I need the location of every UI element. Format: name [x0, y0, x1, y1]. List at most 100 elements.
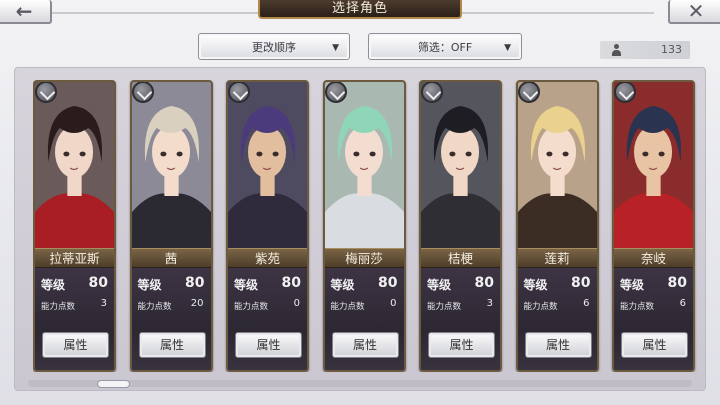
- character-card[interactable]: 紫苑 等级 80 能力点数 0 属性: [226, 80, 309, 372]
- level-label: 等级: [41, 278, 66, 292]
- level-value: 80: [474, 275, 494, 291]
- ability-points-label: 能力点数: [234, 302, 269, 312]
- character-portrait[interactable]: [131, 82, 211, 250]
- level-value: 80: [571, 275, 591, 291]
- attributes-button[interactable]: 属性: [138, 332, 206, 358]
- weapon-class-icon: [35, 82, 57, 103]
- portrait-face: [54, 126, 94, 178]
- portrait-face: [633, 126, 673, 178]
- ability-points-value: 3: [100, 298, 107, 309]
- weapon-class-icon: [324, 82, 347, 103]
- portrait-outfit: [131, 193, 211, 250]
- portrait-eye-right: [562, 151, 569, 157]
- portrait-outfit: [324, 193, 404, 250]
- character-name: 梅丽莎: [324, 248, 404, 268]
- character-card[interactable]: 拉蒂亚斯 等级 80 能力点数 3 属性: [33, 80, 116, 372]
- character-portrait[interactable]: [614, 82, 693, 250]
- portrait-outfit: [517, 193, 597, 250]
- portrait-eye-right: [465, 151, 472, 157]
- character-card-list: 拉蒂亚斯等级 80 能力点数 3 属性 茜等级 80 能力点数 20 属性 紫苑等级 80 能力点数 0 属…: [33, 80, 720, 372]
- character-portrait[interactable]: [228, 82, 307, 250]
- character-card[interactable]: 桔梗 等级 80 能力点数 3 属性: [419, 80, 502, 372]
- character-name: 莲莉: [517, 248, 597, 268]
- level-label: 等级: [427, 278, 452, 292]
- ability-points-value: 20: [190, 298, 204, 309]
- portrait-face: [440, 126, 480, 178]
- character-name: 紫苑: [228, 248, 307, 268]
- sort-dropdown[interactable]: 更改顺序 ▼: [198, 33, 350, 60]
- person-icon: [612, 44, 621, 56]
- sort-dropdown-label: 更改顺序: [252, 40, 296, 54]
- ability-points-label: 能力点数: [523, 302, 558, 312]
- portrait-face: [344, 126, 383, 178]
- character-card[interactable]: 梅丽莎 等级 80 能力点数 0 属性: [322, 80, 406, 372]
- filter-dropdown[interactable]: 筛选：OFF ▼: [368, 33, 522, 60]
- weapon-class-icon: [517, 82, 540, 103]
- portrait-eye-right: [176, 151, 183, 157]
- top-bar: ← 选择角色 ✕: [0, 0, 720, 28]
- character-card[interactable]: 奈岐 等级 80 能力点数 6 属性: [612, 80, 695, 372]
- character-portrait[interactable]: [421, 82, 500, 250]
- character-stats: 等级 80 能力点数 3 属性: [421, 268, 500, 370]
- ability-points-value: 6: [679, 298, 686, 309]
- back-button[interactable]: ←: [0, 0, 52, 24]
- ability-points-value: 6: [583, 298, 590, 309]
- level-label: 等级: [620, 278, 645, 292]
- level-value: 80: [185, 275, 205, 291]
- page-title: 选择角色: [258, 0, 462, 19]
- character-name: 奈岐: [614, 248, 693, 268]
- close-button[interactable]: ✕: [668, 0, 720, 24]
- portrait-eye-left: [352, 151, 359, 157]
- character-stats: 等级 80 能力点数 0 属性: [324, 268, 404, 370]
- character-name: 桔梗: [421, 248, 500, 268]
- level-label: 等级: [137, 278, 162, 292]
- level-label: 等级: [234, 278, 259, 292]
- level-value: 80: [378, 275, 398, 291]
- character-counter: 133: [600, 41, 690, 59]
- triangle-down-icon: ▼: [332, 43, 339, 53]
- character-portrait[interactable]: [324, 82, 404, 250]
- character-portrait[interactable]: [517, 82, 597, 250]
- portrait-eye-right: [369, 151, 376, 157]
- portrait-outfit: [35, 193, 114, 250]
- portrait-eye-left: [545, 151, 552, 157]
- ability-points-label: 能力点数: [330, 302, 365, 312]
- character-stats: 等级 80 能力点数 6 属性: [614, 268, 693, 370]
- portrait-eye-left: [256, 151, 263, 157]
- character-card[interactable]: 莲莉等级 80 能力点数 6 属性: [515, 80, 599, 372]
- attributes-button[interactable]: 属性: [331, 332, 399, 358]
- portrait-face: [537, 126, 576, 178]
- attributes-button[interactable]: 属性: [524, 332, 592, 358]
- weapon-class-icon: [228, 82, 250, 103]
- portrait-outfit: [421, 193, 500, 250]
- character-count: 133: [661, 43, 682, 56]
- ability-points-value: 0: [390, 298, 397, 309]
- portrait-face: [151, 126, 190, 178]
- level-label: 等级: [523, 278, 548, 292]
- character-card[interactable]: 茜等级 80 能力点数 20 属性: [129, 80, 213, 372]
- character-name: 茜: [131, 248, 211, 268]
- attributes-button[interactable]: 属性: [621, 332, 688, 358]
- attributes-button[interactable]: 属性: [428, 332, 495, 358]
- scrollbar-thumb[interactable]: [97, 380, 130, 388]
- character-portrait[interactable]: [35, 82, 114, 250]
- attributes-button[interactable]: 属性: [42, 332, 109, 358]
- ability-points-label: 能力点数: [427, 302, 462, 312]
- portrait-eye-left: [159, 151, 166, 157]
- character-name: 拉蒂亚斯: [35, 248, 114, 268]
- weapon-class-icon: [421, 82, 443, 103]
- triangle-down-icon: ▼: [504, 43, 511, 53]
- attributes-button[interactable]: 属性: [235, 332, 302, 358]
- ability-points-label: 能力点数: [137, 302, 172, 312]
- close-icon: ✕: [687, 0, 705, 23]
- ability-points-label: 能力点数: [620, 302, 655, 312]
- character-stats: 等级 80 能力点数 3 属性: [35, 268, 114, 370]
- weapon-class-icon: [614, 82, 636, 103]
- portrait-eye-right: [272, 151, 279, 157]
- character-stats: 等级 80 能力点数 20 属性: [131, 268, 211, 370]
- portrait-eye-right: [658, 151, 665, 157]
- filter-dropdown-label: 筛选：OFF: [417, 40, 473, 54]
- level-value: 80: [281, 275, 301, 291]
- portrait-face: [247, 126, 287, 178]
- ability-points-label: 能力点数: [41, 302, 76, 312]
